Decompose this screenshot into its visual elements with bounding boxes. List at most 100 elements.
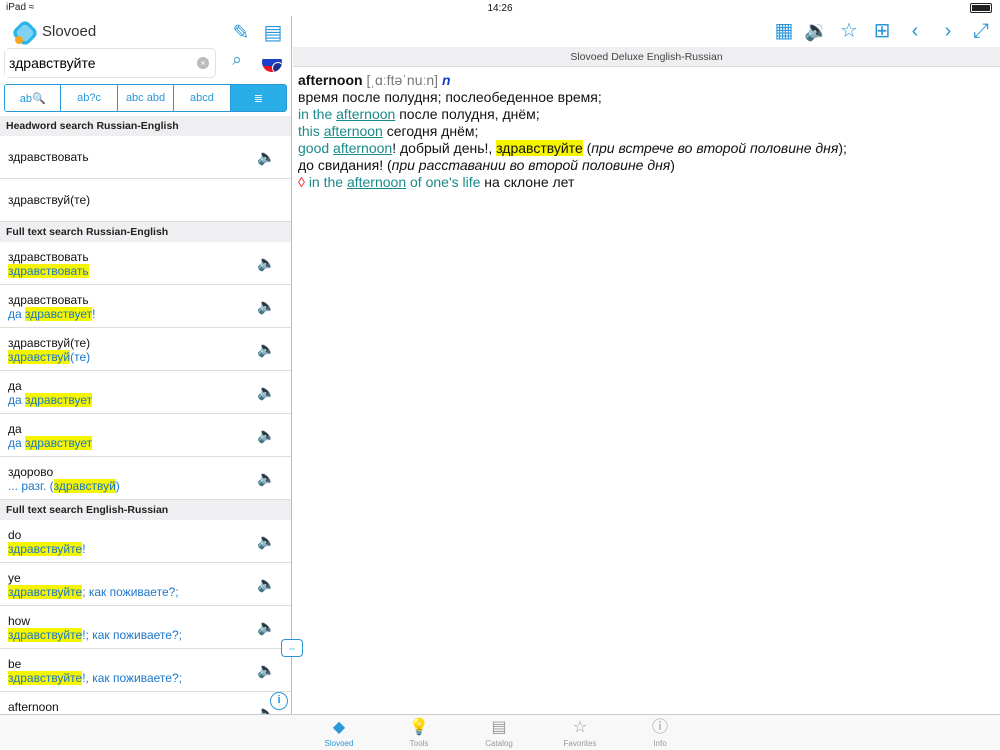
fuzzy-search-icon[interactable]: ⌕ [224, 50, 250, 74]
list-item[interactable]: ye здравствуйте; как поживаете?; 🔈 [0, 563, 291, 606]
mode-headword-search[interactable]: ab🔍 [5, 85, 62, 111]
word-link[interactable]: afternoon [324, 123, 383, 139]
speaker-icon[interactable]: 🔈 [257, 340, 276, 358]
list-item[interactable]: здравствовать да здравствует! 🔈 [0, 285, 291, 328]
speaker-icon[interactable]: 🔈 [257, 661, 276, 679]
app-title: Slovoed [42, 23, 97, 40]
example-line: this afternoon сегодня днём; [298, 123, 479, 139]
tab-tools[interactable]: 💡 Tools [389, 717, 449, 748]
highlight: здравствует [25, 393, 93, 407]
highlight: здравствуй [8, 350, 71, 364]
dictionary-title: Slovoed Deluxe English-Russian [293, 47, 1000, 67]
info-icon[interactable]: i [270, 692, 288, 710]
highlight: здравствуйте [8, 671, 83, 685]
headword: how [8, 614, 31, 628]
translation: здравствуйте! [8, 542, 86, 556]
list-item[interactable]: здравствовать 🔈 [0, 136, 291, 179]
favorite-star-icon[interactable]: ☆ [837, 19, 861, 43]
translation: здравствуйте; как поживаете?; [8, 585, 179, 599]
example-line: in the afternoon после полудня, днём; [298, 106, 540, 122]
section-header: Full text search Russian-English [0, 222, 291, 242]
article-toolbar: ▦ 🔉 ☆ ⊞ ‹ › ⤢ [293, 16, 1000, 47]
list-item[interactable]: how здравствуйте!; как поживаете?; 🔈 [0, 606, 291, 649]
list-item[interactable]: afternoonздравствуйте (при встрече во вт… [0, 692, 291, 714]
forward-icon[interactable]: › [936, 19, 960, 43]
word-link[interactable]: afternoon [347, 174, 406, 190]
highlight: здравствуй [53, 479, 116, 493]
translation: да здравствует [8, 393, 93, 407]
translation: здравствовать [8, 264, 89, 278]
highlight: здравствуйте [8, 628, 83, 642]
headword: здравствуй(те) [8, 336, 91, 350]
language-flag-icon[interactable] [262, 52, 282, 72]
speaker-icon[interactable]: 🔈 [257, 469, 276, 487]
slovoed-icon: ◆ [332, 719, 346, 736]
translation: здравствуйте!; как поживаете?; [8, 628, 182, 642]
mode-fulltext-search[interactable]: ≣ [230, 85, 286, 111]
highlight: здравствует [25, 436, 93, 450]
fullscreen-icon[interactable]: ⤢ [969, 19, 993, 43]
headword: здравствовать [8, 250, 89, 264]
status-bar: iPad ≈ 14:26 [0, 0, 1000, 16]
wifi-status: iPad ≈ [6, 2, 35, 13]
mode-wildcard-search[interactable]: ab?c [61, 85, 118, 111]
speaker-icon[interactable]: 🔈 [257, 426, 276, 444]
tab-slovoed[interactable]: ◆ Slovoed [309, 717, 369, 748]
headword: здравствуй(те) [8, 193, 91, 207]
part-of-speech: n [441, 72, 451, 88]
tab-favorites[interactable]: ☆ Favorites [550, 717, 610, 748]
list-item[interactable]: здорово... разг. (здравствуй) 🔈 [0, 457, 291, 500]
headword: afternoon [8, 700, 59, 714]
headword: do [8, 528, 22, 542]
speaker-icon[interactable]: 🔈 [257, 254, 276, 272]
tab-catalog[interactable]: ▤ Catalog [469, 717, 529, 748]
search-pane: Slovoed ✎ ▤ × ⌕ ab🔍 ab?c abc abd abcd ≣ … [0, 16, 292, 714]
list-item[interactable]: be здравствуйте!, как поживаете?; 🔈 [0, 649, 291, 692]
speaker-icon[interactable]: 🔈 [257, 618, 276, 636]
list-item[interactable]: да да здравствует 🔈 [0, 371, 291, 414]
catalog-icon: ▤ [491, 719, 507, 736]
list-item[interactable]: да да здравствует 🔈 [0, 414, 291, 457]
list-item[interactable]: здравствовать здравствовать 🔈 [0, 242, 291, 285]
highlight: здравствует [25, 307, 93, 321]
translation: здравствуйте!, как поживаете?; [8, 671, 182, 685]
dictionary-article: afternoon [ˌɑːftəˈnuːn] n время после по… [298, 72, 988, 191]
speaker-icon[interactable]: 🔉 [804, 19, 829, 43]
list-item[interactable]: do здравствуйте! 🔈 [0, 520, 291, 563]
speaker-icon[interactable]: 🔈 [257, 148, 276, 166]
search-box[interactable]: × [4, 48, 216, 78]
search-mode-tabs: ab🔍 ab?c abc abd abcd ≣ [4, 84, 287, 112]
tab-bar: ◆ Slovoed 💡 Tools ▤ Catalog ☆ Favorites … [0, 714, 1000, 750]
add-card-icon[interactable]: ⊞ [870, 19, 894, 43]
star-icon: ☆ [572, 719, 588, 736]
highlight: здравствуйте [496, 140, 583, 156]
list-item[interactable]: здравствуй(те) здравствуй(те) 🔈 [0, 328, 291, 371]
pen-icon[interactable]: ✎ [228, 20, 254, 44]
history-icon[interactable]: ▤ [260, 20, 286, 44]
mode-phrase-search[interactable]: abcd [174, 85, 231, 111]
clock: 14:26 [487, 2, 513, 14]
example-line: до свидания! (при расставании во второй … [298, 157, 675, 173]
word-link[interactable]: afternoon [333, 140, 392, 156]
mode-anagram-search[interactable]: abc abd [117, 85, 175, 111]
speaker-icon[interactable]: 🔈 [257, 575, 276, 593]
speaker-icon[interactable]: 🔈 [257, 297, 276, 315]
section-header: Full text search English-Russian [0, 500, 291, 520]
translation: да здравствует! [8, 307, 96, 321]
pane-resize-handle[interactable]: ⇔ [281, 639, 303, 657]
search-input[interactable] [5, 49, 185, 77]
article-headword: afternoon [298, 72, 363, 88]
headword: be [8, 657, 22, 671]
clear-icon[interactable]: × [197, 57, 209, 69]
headword: здорово [8, 465, 54, 479]
back-icon[interactable]: ‹ [903, 19, 927, 43]
list-item[interactable]: здравствуй(те) [0, 179, 291, 222]
speaker-icon[interactable]: 🔈 [257, 383, 276, 401]
layout-icon[interactable]: ▦ [772, 19, 796, 43]
word-link[interactable]: afternoon [336, 106, 395, 122]
headword: здравствовать [8, 150, 89, 164]
speaker-icon[interactable]: 🔈 [257, 532, 276, 550]
headword: ye [8, 571, 21, 585]
tab-info[interactable]: ⓘ Info [630, 717, 690, 748]
highlight: здравствовать [8, 264, 89, 278]
